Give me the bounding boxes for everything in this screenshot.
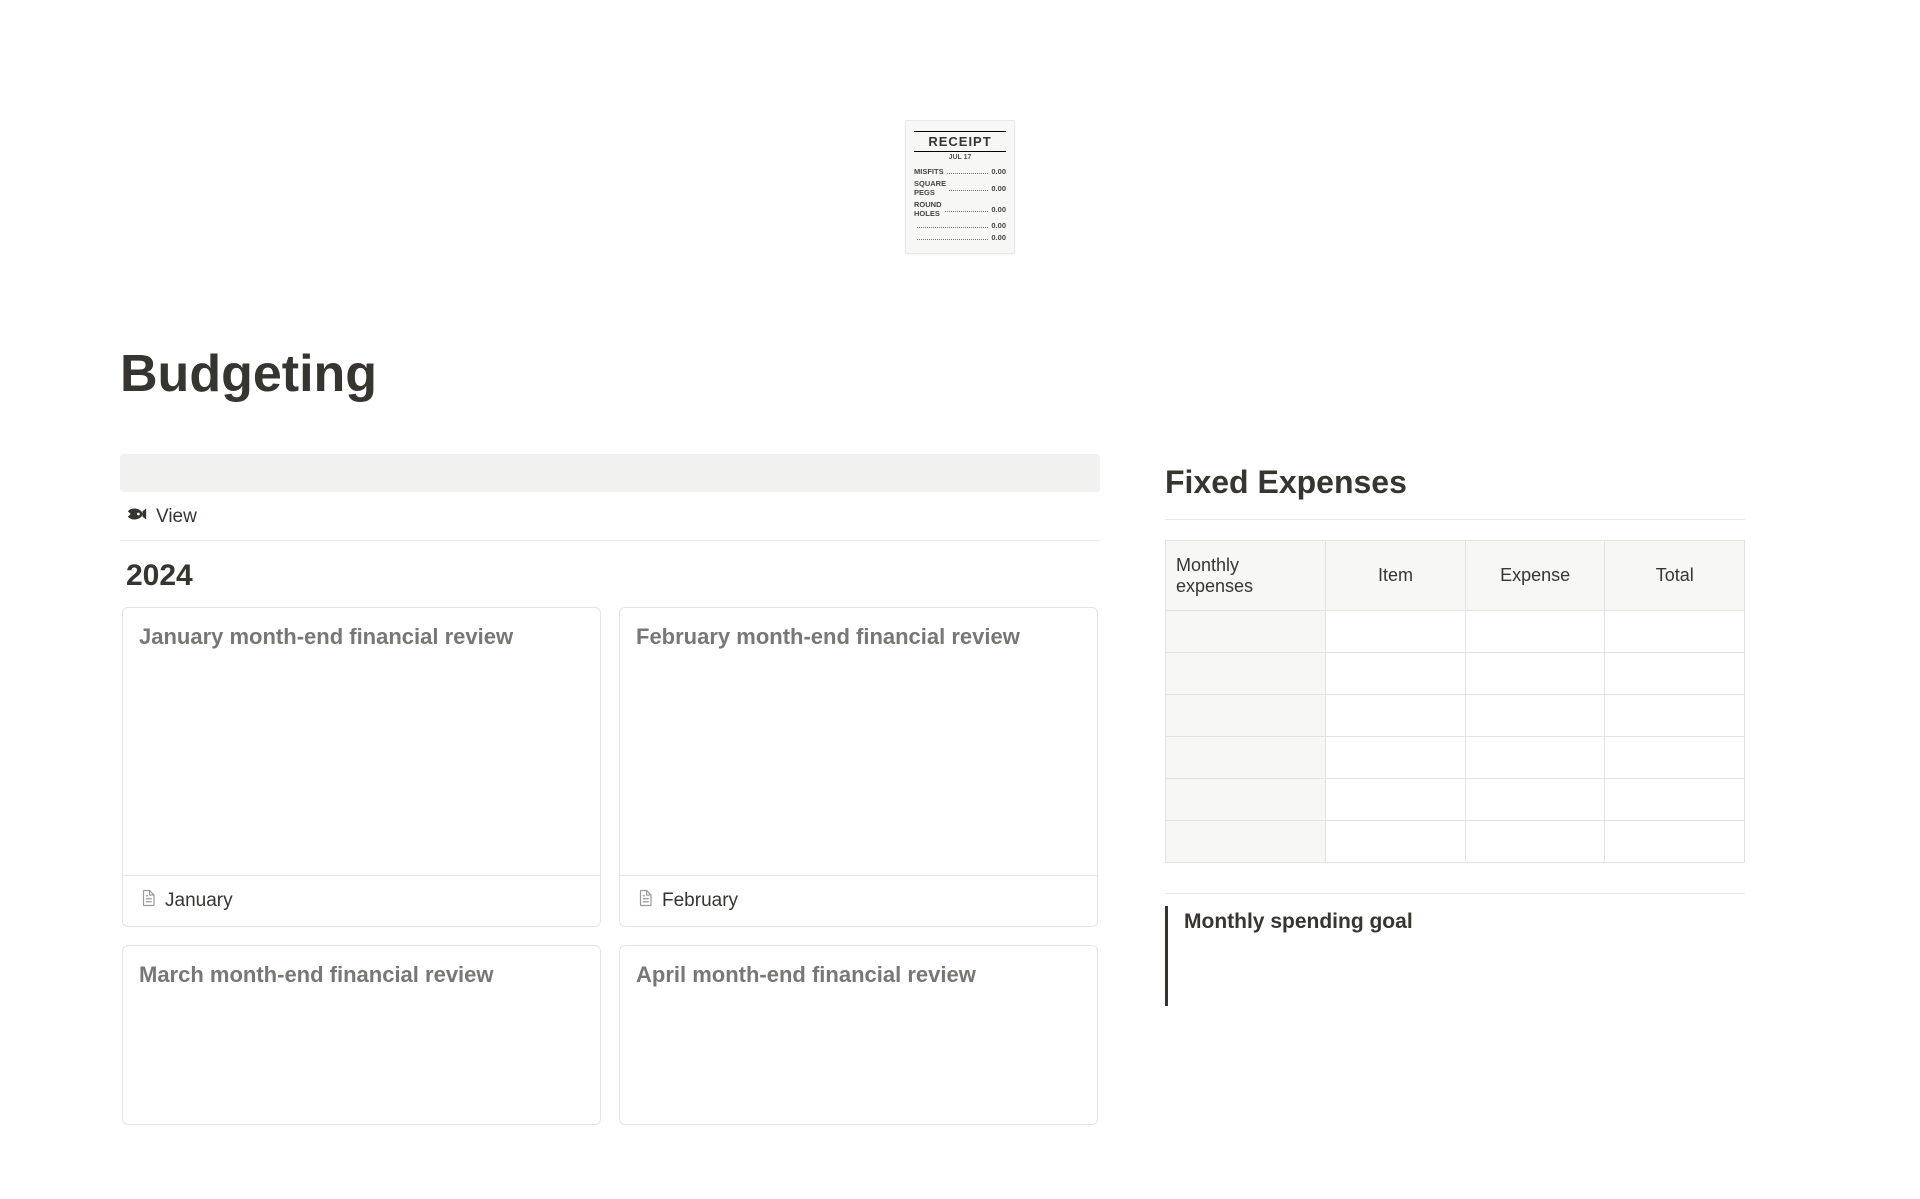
- card-footer: January: [123, 875, 600, 926]
- receipt-date: JUL 17: [914, 154, 1006, 161]
- year-heading: 2024: [120, 541, 1100, 607]
- fish-icon: [126, 506, 148, 528]
- receipt-line: 0.00: [914, 233, 1006, 242]
- table-header-monthly-expenses: Monthly expenses: [1166, 541, 1326, 611]
- monthly-spending-goal-quote[interactable]: Monthly spending goal: [1165, 906, 1745, 1006]
- table-row[interactable]: [1166, 653, 1745, 695]
- card-footer: February: [620, 875, 1097, 926]
- review-card-january[interactable]: January month-end financial review Janua…: [122, 607, 601, 927]
- page-title: Budgeting: [120, 344, 1800, 404]
- review-card-february[interactable]: February month-end financial review Febr…: [619, 607, 1098, 927]
- table-header-item: Item: [1326, 541, 1466, 611]
- table-row[interactable]: [1166, 779, 1745, 821]
- quote-text: Monthly spending goal: [1184, 910, 1413, 933]
- receipt-title: RECEIPT: [914, 131, 1006, 152]
- card-title: January month-end financial review: [139, 624, 584, 650]
- divider: [1165, 519, 1745, 520]
- view-tab[interactable]: View: [120, 492, 1100, 541]
- divider: [1165, 893, 1745, 894]
- review-card-april[interactable]: April month-end financial review: [619, 945, 1098, 1125]
- card-footer-label: February: [662, 890, 738, 912]
- table-row[interactable]: [1166, 737, 1745, 779]
- page-icon: [139, 889, 157, 913]
- receipt-icon: RECEIPT JUL 17 MISFITS0.00 SQUARE PEGS0.…: [120, 0, 1800, 344]
- receipt-line: ROUND HOLES0.00: [914, 200, 1006, 218]
- card-title: March month-end financial review: [139, 962, 584, 988]
- callout-placeholder: [120, 454, 1100, 492]
- table-row[interactable]: [1166, 611, 1745, 653]
- card-title: April month-end financial review: [636, 962, 1081, 988]
- receipt-line: 0.00: [914, 221, 1006, 230]
- fixed-expenses-title: Fixed Expenses: [1165, 464, 1745, 501]
- card-footer-label: January: [165, 890, 233, 912]
- card-grid: January month-end financial review Janua…: [120, 607, 1100, 1125]
- card-title: February month-end financial review: [636, 624, 1081, 650]
- page-icon: [636, 889, 654, 913]
- receipt-line: SQUARE PEGS0.00: [914, 179, 1006, 197]
- table-header-total: Total: [1605, 541, 1745, 611]
- table-row[interactable]: [1166, 695, 1745, 737]
- table-row[interactable]: [1166, 821, 1745, 863]
- review-card-march[interactable]: March month-end financial review: [122, 945, 601, 1125]
- table-header-expense: Expense: [1465, 541, 1605, 611]
- fixed-expenses-table[interactable]: Monthly expenses Item Expense Total: [1165, 540, 1745, 863]
- receipt-line: MISFITS0.00: [914, 167, 1006, 176]
- view-label: View: [156, 506, 197, 528]
